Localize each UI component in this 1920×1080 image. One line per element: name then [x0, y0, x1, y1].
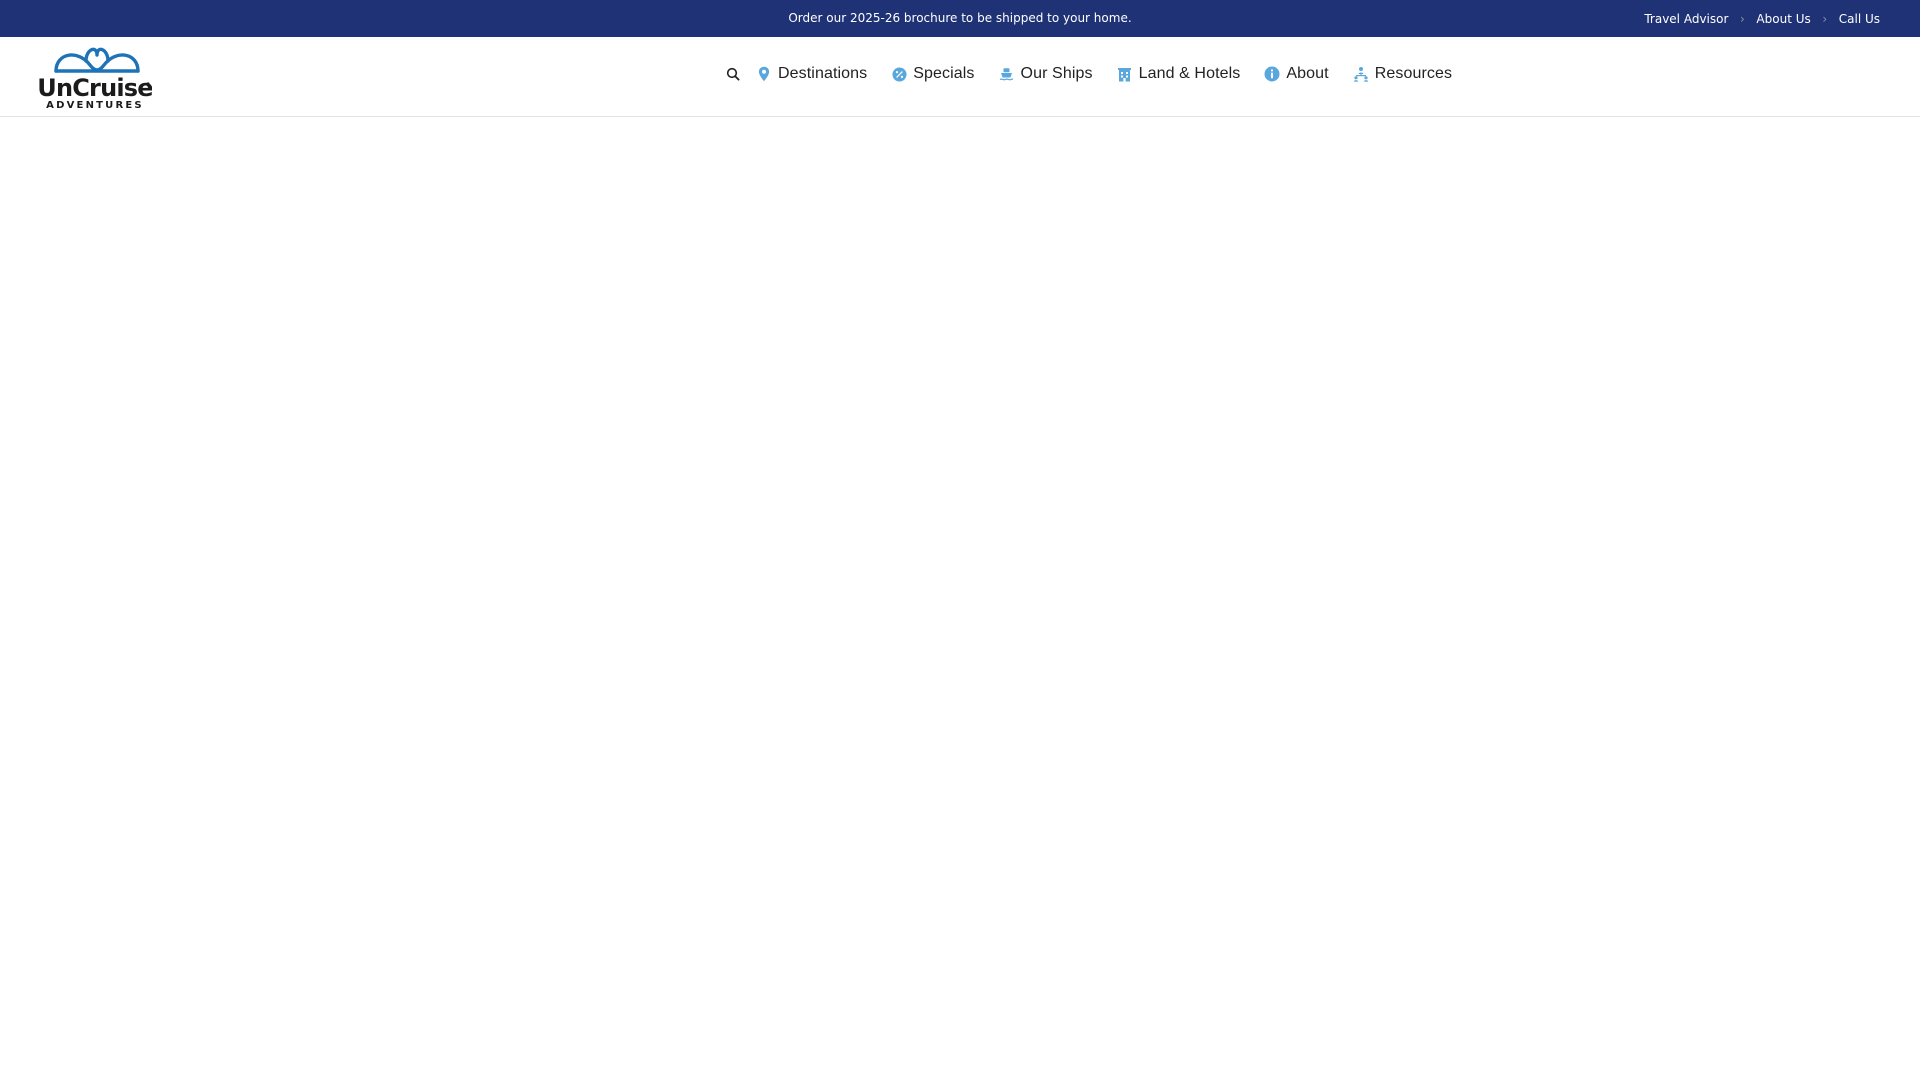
nav-label: About — [1286, 65, 1329, 82]
nav-destinations[interactable]: Destinations — [756, 54, 867, 94]
announcement-bar: Order our 2025-26 brochure to be shipped… — [0, 0, 1920, 37]
nav-label: Destinations — [778, 65, 868, 82]
info-icon — [1264, 66, 1280, 82]
nav-label: Our Ships — [1020, 65, 1093, 82]
page-content — [0, 118, 1920, 1080]
nav-label: Resources — [1374, 65, 1453, 82]
nav-resources[interactable]: Resources — [1353, 54, 1452, 94]
nav-land-hotels[interactable]: Land & Hotels — [1117, 54, 1241, 94]
about-us-link[interactable]: About Us — [1756, 12, 1810, 26]
nav-label: Land & Hotels — [1138, 65, 1241, 82]
main-header: UnCruise ADVENTURES Destinations Special… — [0, 37, 1920, 117]
percent-badge-icon — [891, 66, 907, 82]
logo-tagline: ADVENTURES — [46, 100, 144, 111]
chevron-right-icon: › — [1740, 11, 1745, 26]
nav-label: Specials — [913, 65, 975, 82]
nav-specials[interactable]: Specials — [891, 54, 974, 94]
primary-nav: Destinations Specials Our Ships Land & H… — [722, 37, 1476, 111]
uncruise-logo[interactable]: UnCruise ADVENTURES — [37, 43, 154, 111]
nav-about[interactable]: About — [1264, 54, 1329, 94]
travel-advisor-link[interactable]: Travel Advisor — [1644, 12, 1728, 26]
chevron-right-icon: › — [1822, 11, 1828, 26]
people-network-icon — [1353, 66, 1369, 82]
nav-our-ships[interactable]: Our Ships — [999, 54, 1093, 94]
utility-links: Travel Advisor › About Us › Call Us — [1644, 0, 1880, 37]
map-pin-icon — [756, 66, 772, 82]
hotel-icon — [1117, 66, 1133, 82]
brochure-promo-link[interactable]: Order our 2025-26 brochure to be shipped… — [0, 0, 1920, 37]
ship-icon — [999, 66, 1015, 82]
logo-wordmark: UnCruise — [38, 74, 152, 102]
call-us-link[interactable]: Call Us — [1839, 12, 1880, 26]
search-icon[interactable] — [722, 63, 744, 85]
